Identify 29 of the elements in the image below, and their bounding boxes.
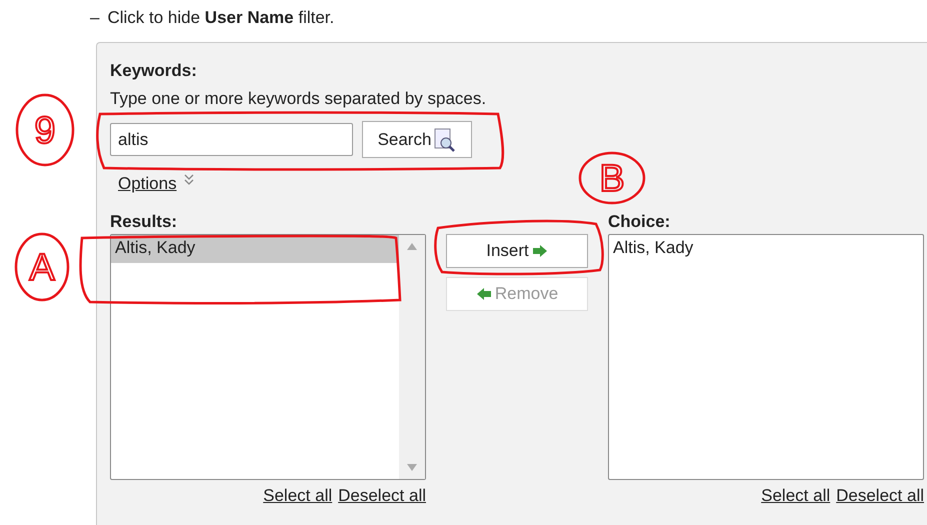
annotation-circle xyxy=(578,152,646,204)
right-arrow-icon xyxy=(532,244,548,258)
annotation-label: 9 xyxy=(34,110,56,152)
select-all-link[interactable]: Select all xyxy=(263,486,332,506)
scrollbar[interactable] xyxy=(399,235,425,479)
keywords-field[interactable]: altis xyxy=(110,123,353,156)
list-label: Choice: xyxy=(608,212,672,233)
deselect-all-link[interactable]: Deselect all xyxy=(836,486,924,506)
left-arrow-icon xyxy=(476,287,492,301)
annotation-label: A xyxy=(29,247,55,289)
toggle-filter-text[interactable]: Click to hide User Name filter. xyxy=(107,8,334,28)
keywords-label: Keywords: xyxy=(110,61,198,82)
scroll-down-icon xyxy=(407,464,417,471)
options-link[interactable]: Options xyxy=(118,174,177,194)
magnifier-icon xyxy=(434,128,456,152)
search-button[interactable]: Search xyxy=(362,121,472,158)
insert-button[interactable]: Insert xyxy=(446,234,588,268)
annotation-circle xyxy=(14,232,70,302)
deselect-all-link[interactable]: Deselect all xyxy=(338,486,426,506)
list-item[interactable]: Altis, Kady xyxy=(609,235,923,263)
keywords-hint: Type one or more keywords separated by spaces. xyxy=(110,89,488,109)
list-box[interactable]: Altis, Kady xyxy=(110,234,426,480)
annotation-label: B xyxy=(599,158,625,200)
list-box[interactable]: Altis, Kady xyxy=(608,234,924,480)
double-chevron-icon xyxy=(182,174,195,186)
select-all-link[interactable]: Select all xyxy=(761,486,830,506)
scroll-up-icon xyxy=(407,243,417,250)
collapse-symbol[interactable]: – xyxy=(90,8,100,28)
list-label: Results: xyxy=(110,212,178,233)
